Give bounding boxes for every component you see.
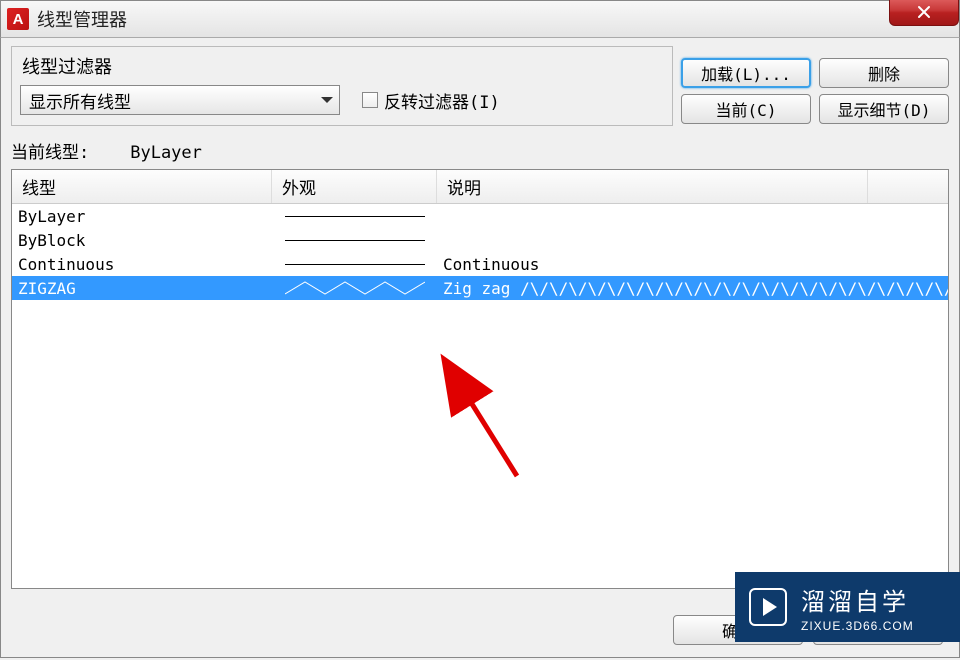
watermark: 溜溜自学 ZIXUE.3D66.COM xyxy=(735,572,960,642)
window-title: 线型管理器 xyxy=(37,6,127,32)
invert-filter-label: 反转过滤器(I) xyxy=(384,88,500,113)
col-header-tail xyxy=(868,170,948,203)
filter-legend: 线型过滤器 xyxy=(20,53,664,79)
filter-dropdown-value: 显示所有线型 xyxy=(29,88,131,113)
app-icon: A xyxy=(7,8,29,30)
invert-filter-checkbox[interactable]: 反转过滤器(I) xyxy=(362,88,500,113)
dialog-body: 线型过滤器 显示所有线型 反转过滤器(I) 加载(L)... 删除 当前(C) … xyxy=(0,38,960,658)
load-button[interactable]: 加载(L)... xyxy=(681,58,811,88)
table-row[interactable]: ZIGZAG Zig zag /\/\/\/\/\/\/\/\/\/\/\/\/\… xyxy=(12,276,948,300)
close-icon xyxy=(917,5,931,19)
list-header: 线型 外观 说明 xyxy=(12,170,948,204)
show-details-button[interactable]: 显示细节(D) xyxy=(819,94,949,124)
action-buttons: 加载(L)... 删除 当前(C) 显示细节(D) xyxy=(681,58,949,124)
row-appearance xyxy=(272,216,437,217)
current-linetype-row: 当前线型: ByLayer xyxy=(11,136,949,165)
current-linetype-value: ByLayer xyxy=(130,143,202,163)
row-name: ZIGZAG xyxy=(12,279,272,298)
row-name: ByLayer xyxy=(12,207,272,226)
set-current-button[interactable]: 当前(C) xyxy=(681,94,811,124)
col-header-appearance[interactable]: 外观 xyxy=(272,170,437,203)
watermark-main: 溜溜自学 xyxy=(801,582,914,617)
row-description: Zig zag /\/\/\/\/\/\/\/\/\/\/\/\/\/\/\/\… xyxy=(437,279,948,298)
filter-fieldset: 线型过滤器 显示所有线型 反转过滤器(I) xyxy=(11,46,673,126)
titlebar: A 线型管理器 xyxy=(0,0,960,38)
col-header-name[interactable]: 线型 xyxy=(12,170,272,203)
chevron-down-icon xyxy=(321,97,333,103)
close-button[interactable] xyxy=(889,0,959,26)
col-header-description[interactable]: 说明 xyxy=(437,170,868,203)
play-icon xyxy=(749,588,787,626)
watermark-sub: ZIXUE.3D66.COM xyxy=(801,619,914,633)
row-name: Continuous xyxy=(12,255,272,274)
zigzag-preview-icon xyxy=(285,280,425,296)
list-body: ByLayer ByBlock Continuous Continuous ZIGZAG… xyxy=(12,204,948,300)
line-preview-icon xyxy=(285,216,425,217)
row-name: ByBlock xyxy=(12,231,272,250)
delete-button[interactable]: 删除 xyxy=(819,58,949,88)
row-appearance xyxy=(272,240,437,241)
row-description: Continuous xyxy=(437,255,948,274)
table-row[interactable]: ByLayer xyxy=(12,204,948,228)
line-preview-icon xyxy=(285,240,425,241)
current-linetype-label: 当前线型: xyxy=(11,143,89,163)
table-row[interactable]: Continuous Continuous xyxy=(12,252,948,276)
checkbox-icon xyxy=(362,92,378,108)
table-row[interactable]: ByBlock xyxy=(12,228,948,252)
row-appearance xyxy=(272,264,437,265)
line-preview-icon xyxy=(285,264,425,265)
row-appearance xyxy=(272,280,437,296)
filter-dropdown[interactable]: 显示所有线型 xyxy=(20,85,340,115)
linetype-list: 线型 外观 说明 ByLayerByBlockContinuousContinu… xyxy=(11,169,949,589)
